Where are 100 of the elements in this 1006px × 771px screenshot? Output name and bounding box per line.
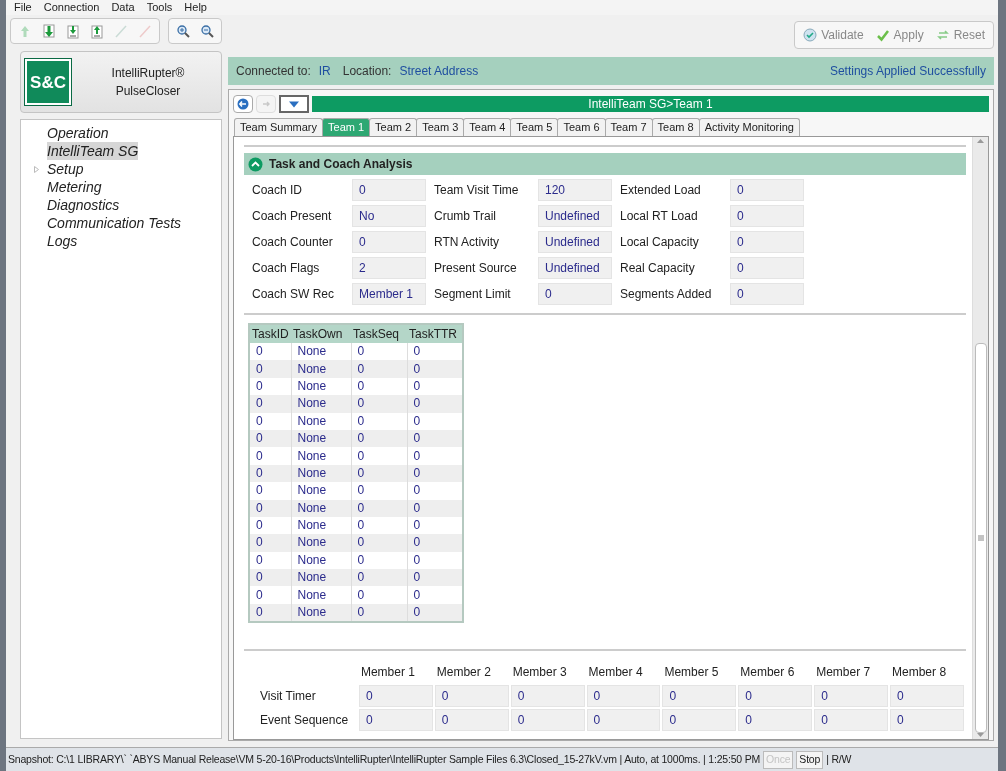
company-logo: S&C bbox=[25, 59, 71, 105]
field-label: RTN Activity bbox=[434, 234, 501, 251]
tab[interactable]: Team 2 bbox=[369, 118, 418, 136]
column-header: TaskID bbox=[249, 324, 291, 343]
column-header: Member 2 bbox=[435, 664, 492, 681]
scrollbar[interactable] bbox=[972, 137, 988, 739]
nav-item[interactable]: Metering bbox=[47, 178, 102, 196]
tab[interactable]: Activity Monitoring bbox=[698, 118, 800, 136]
table-cell: 0 bbox=[407, 447, 463, 465]
connected-label: Connected to: bbox=[236, 63, 311, 80]
value-field: 0 bbox=[662, 709, 737, 731]
column-header: Member 8 bbox=[891, 664, 948, 681]
menu-item[interactable]: File bbox=[14, 0, 32, 16]
value-field: 0 bbox=[814, 709, 889, 731]
checkmark-icon bbox=[875, 28, 890, 42]
menu-item[interactable]: Data bbox=[111, 0, 135, 16]
field-label: Coach ID bbox=[252, 182, 304, 199]
column-header: Member 5 bbox=[663, 664, 720, 681]
table-cell: None bbox=[291, 499, 351, 517]
value-field: Undefined bbox=[538, 257, 612, 279]
table-cell: None bbox=[291, 447, 351, 465]
value-field: 0 bbox=[538, 283, 612, 305]
table-cell: 0 bbox=[407, 360, 463, 378]
table-cell: 0 bbox=[249, 447, 291, 465]
column-header: Member 1 bbox=[359, 664, 416, 681]
value-field: 0 bbox=[586, 709, 661, 731]
nav-item[interactable]: IntelliTeam SG bbox=[47, 142, 139, 160]
table-cell: 0 bbox=[351, 499, 407, 517]
table-cell: 0 bbox=[407, 482, 463, 500]
field-label: Coach Flags bbox=[252, 260, 321, 277]
field-label: Extended Load bbox=[620, 182, 702, 199]
value-field: 0 bbox=[510, 685, 585, 707]
access-mode: | R/W bbox=[826, 751, 852, 767]
tab[interactable]: Team 4 bbox=[463, 118, 512, 136]
tab[interactable]: Team 5 bbox=[510, 118, 559, 136]
download-document-icon bbox=[66, 23, 80, 39]
product-subtitle: PulseCloser bbox=[115, 83, 181, 100]
value-field: 0 bbox=[730, 179, 804, 201]
field-label: Coach SW Rec bbox=[252, 286, 336, 303]
forward-arrow-icon bbox=[261, 99, 271, 109]
table-cell: 0 bbox=[351, 412, 407, 430]
nav-item[interactable]: Diagnostics bbox=[47, 196, 120, 214]
table-cell: 0 bbox=[249, 499, 291, 517]
value-field: 0 bbox=[434, 685, 509, 707]
tab[interactable]: Team Summary bbox=[234, 118, 324, 136]
table-cell: 0 bbox=[351, 482, 407, 500]
back-button[interactable] bbox=[233, 95, 253, 113]
expand-icon[interactable] bbox=[34, 166, 39, 173]
nav-item[interactable]: Logs bbox=[47, 232, 78, 250]
table-cell: 0 bbox=[249, 395, 291, 413]
value-field: 0 bbox=[662, 685, 737, 707]
tab[interactable]: Team 6 bbox=[557, 118, 606, 136]
value-field: 0 bbox=[510, 709, 585, 731]
swap-arrows-icon bbox=[935, 28, 950, 42]
table-cell: 0 bbox=[351, 586, 407, 604]
value-field: 0 bbox=[358, 685, 433, 707]
column-header: TaskSeq bbox=[351, 324, 407, 343]
row-label: Event Sequence bbox=[259, 712, 350, 729]
table-cell: 0 bbox=[351, 395, 407, 413]
table-cell: 0 bbox=[249, 586, 291, 604]
menu-item[interactable]: Help bbox=[184, 0, 207, 16]
table-cell: None bbox=[291, 395, 351, 413]
menu-item[interactable]: Tools bbox=[146, 0, 173, 16]
field-label: Real Capacity bbox=[620, 260, 696, 277]
tab[interactable]: Team 8 bbox=[651, 118, 700, 136]
device-name: IR bbox=[318, 63, 331, 80]
dropdown-button[interactable] bbox=[279, 95, 309, 113]
upload-document-icon bbox=[90, 23, 104, 39]
field-label: Team Visit Time bbox=[434, 182, 520, 199]
value-field: 0 bbox=[814, 685, 889, 707]
zoom-in-icon bbox=[176, 23, 190, 39]
value-field: 0 bbox=[586, 685, 661, 707]
nav-item[interactable]: Communication Tests bbox=[47, 214, 182, 232]
collapse-icon[interactable] bbox=[248, 156, 263, 172]
menu-item[interactable]: Connection bbox=[43, 0, 100, 16]
value-field: 0 bbox=[730, 283, 804, 305]
scrollbar-thumb[interactable] bbox=[974, 343, 987, 733]
value-field: 2 bbox=[352, 257, 426, 279]
down-arrow-icon bbox=[42, 23, 56, 39]
table-cell: None bbox=[291, 603, 351, 622]
table-cell: None bbox=[291, 360, 351, 378]
product-name: IntelliRupter® bbox=[111, 65, 185, 82]
value-field: No bbox=[352, 205, 426, 227]
status-button[interactable]: Stop bbox=[796, 750, 824, 769]
field-label: Local RT Load bbox=[620, 208, 699, 225]
value-field: 0 bbox=[352, 179, 426, 201]
value-field: 0 bbox=[890, 685, 964, 707]
tab[interactable]: Team 3 bbox=[416, 118, 465, 136]
table-cell: 0 bbox=[407, 412, 463, 430]
status-message: Settings Applied Successfully bbox=[829, 63, 986, 80]
location-value: Street Address bbox=[399, 63, 479, 80]
tab[interactable]: Team 7 bbox=[604, 118, 653, 136]
value-field: 0 bbox=[730, 205, 804, 227]
value-field: Undefined bbox=[538, 231, 612, 253]
dropdown-icon bbox=[288, 100, 300, 108]
nav-item[interactable]: Setup bbox=[47, 160, 84, 178]
scroll-up-icon[interactable] bbox=[977, 139, 984, 143]
value-field: 0 bbox=[434, 709, 509, 731]
nav-item[interactable]: Operation bbox=[47, 124, 109, 142]
table-cell: 0 bbox=[249, 534, 291, 552]
